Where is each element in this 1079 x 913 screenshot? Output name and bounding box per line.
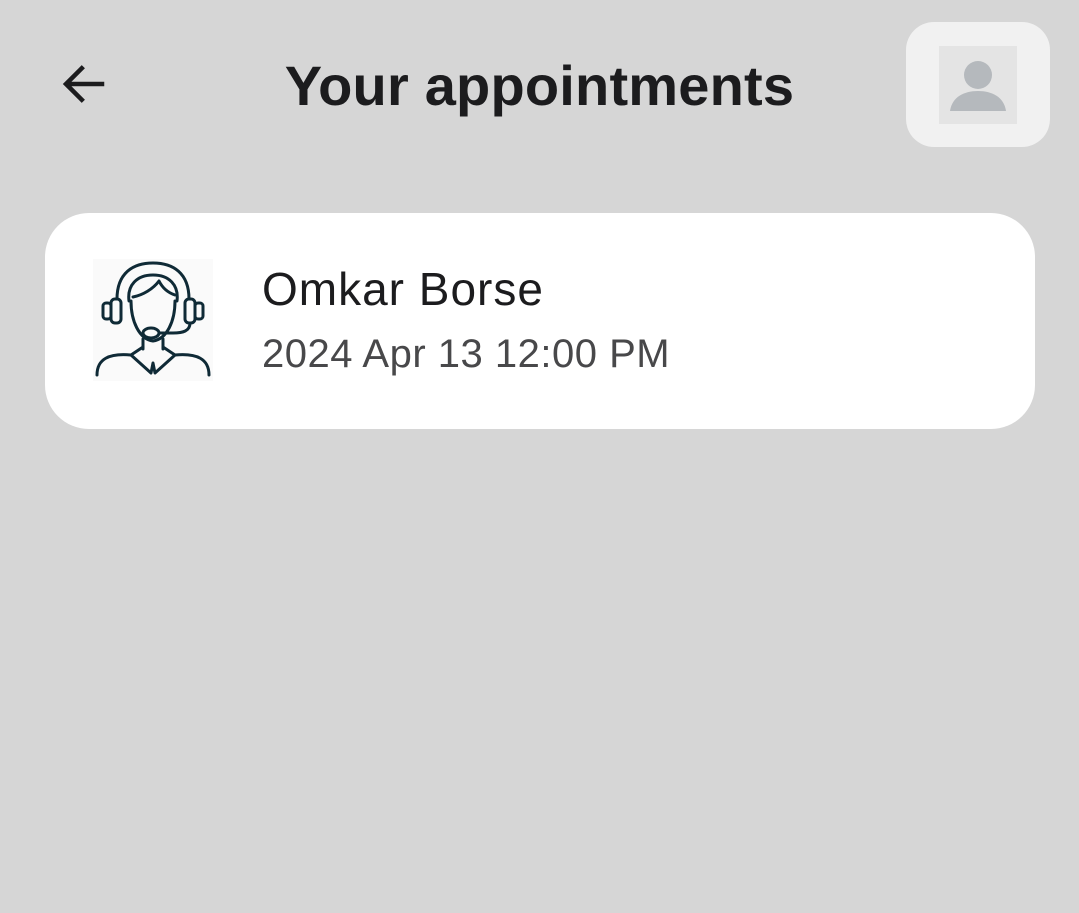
app-header: Your appointments (0, 0, 1079, 180)
appointment-details: Omkar Borse 2024 Apr 13 12:00 PM (262, 259, 670, 381)
support-agent-headset-icon (95, 261, 211, 377)
appointment-datetime: 2024 Apr 13 12:00 PM (262, 332, 671, 376)
appointment-card[interactable]: Omkar Borse 2024 Apr 13 12:00 PM (45, 213, 1035, 429)
profile-button[interactable] (906, 22, 1050, 147)
agent-avatar (93, 259, 213, 381)
user-silhouette-icon (950, 60, 1006, 111)
appointment-name: Omkar Borse (262, 263, 544, 315)
profile-avatar (939, 45, 1017, 124)
